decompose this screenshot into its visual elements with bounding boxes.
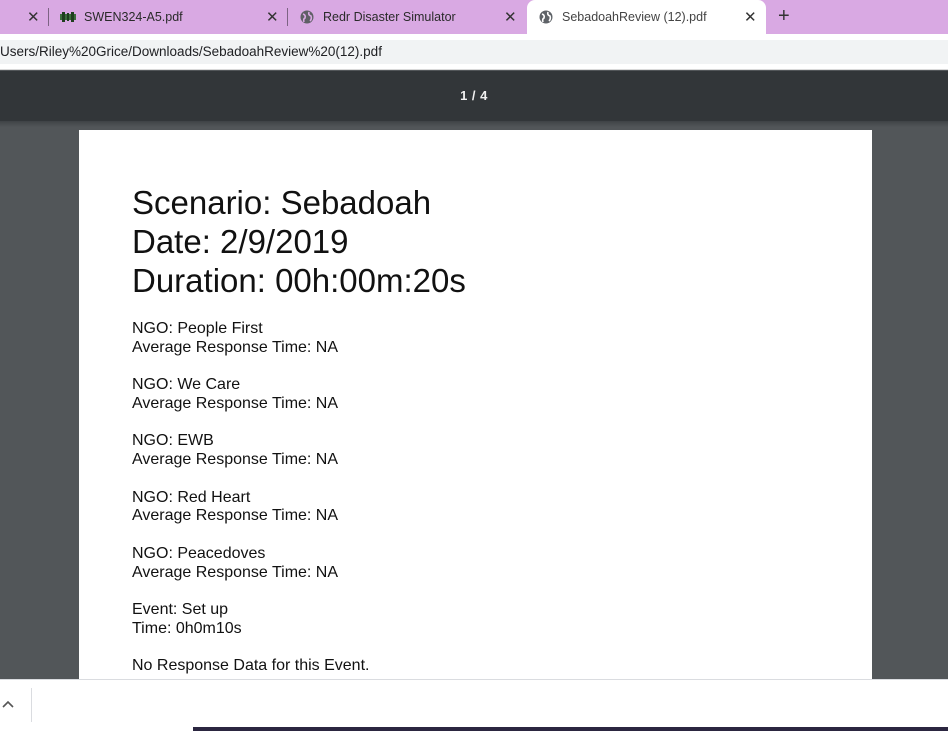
ngo-name: NGO: Peacedoves — [132, 545, 266, 562]
ngo-name: NGO: Red Heart — [132, 489, 251, 506]
tab-close-icon[interactable]: ✕ — [27, 10, 40, 25]
ngo-response-time: Average Response Time: NA — [132, 564, 339, 581]
chevron-up-icon[interactable] — [2, 699, 14, 709]
event-name: Event: Set up — [132, 601, 229, 618]
tab-redr-simulator[interactable]: Redr Disaster Simulator ✕ — [288, 0, 526, 34]
tab-swen324[interactable]: SWEN324-A5.pdf ✕ — [49, 0, 287, 34]
pdf-page: Scenario: Sebadoah Date: 2/9/2019 Durati… — [79, 130, 872, 690]
green-favicon-icon — [60, 12, 76, 22]
tab-label: Redr Disaster Simulator — [323, 10, 456, 24]
duration-heading: Duration: 00h:00m:20s — [132, 262, 466, 299]
url-text[interactable]: Users/Riley%20Grice/Downloads/SebadoahRe… — [0, 44, 382, 59]
tab-partial[interactable]: ✕ — [0, 0, 48, 34]
tab-close-icon[interactable]: ✕ — [504, 10, 517, 25]
tab-label: SebadoahReview (12).pdf — [562, 10, 707, 24]
tab-label: SWEN324-A5.pdf — [84, 10, 183, 24]
taskbar-strip — [193, 727, 948, 731]
event-note: No Response Data for this Event. — [132, 657, 370, 674]
ngo-response-time: Average Response Time: NA — [132, 451, 339, 468]
event-time: Time: 0h0m10s — [132, 620, 242, 637]
new-tab-button[interactable]: + — [778, 5, 790, 27]
tab-sebadoah-review[interactable]: SebadoahReview (12).pdf ✕ — [527, 0, 766, 34]
page-counter: 1 / 4 — [460, 88, 488, 103]
tab-close-icon[interactable]: ✕ — [744, 10, 757, 25]
tab-close-icon[interactable]: ✕ — [266, 10, 279, 25]
ngo-name: NGO: People First — [132, 320, 263, 337]
ngo-response-time: Average Response Time: NA — [132, 395, 339, 412]
globe-icon — [300, 10, 314, 24]
ngo-name: NGO: We Care — [132, 376, 241, 393]
globe-icon — [539, 10, 553, 24]
tab-strip: ✕ SWEN324-A5.pdf ✕ Redr Disaster Simulat… — [0, 0, 948, 34]
ngo-name: NGO: EWB — [132, 432, 214, 449]
download-bar — [0, 679, 948, 731]
download-separator — [31, 688, 32, 722]
ngo-response-time: Average Response Time: NA — [132, 507, 339, 524]
date-heading: Date: 2/9/2019 — [132, 223, 349, 260]
toolbar-shadow — [0, 121, 948, 127]
scenario-heading: Scenario: Sebadoah — [132, 184, 432, 221]
ngo-response-time: Average Response Time: NA — [132, 339, 339, 356]
